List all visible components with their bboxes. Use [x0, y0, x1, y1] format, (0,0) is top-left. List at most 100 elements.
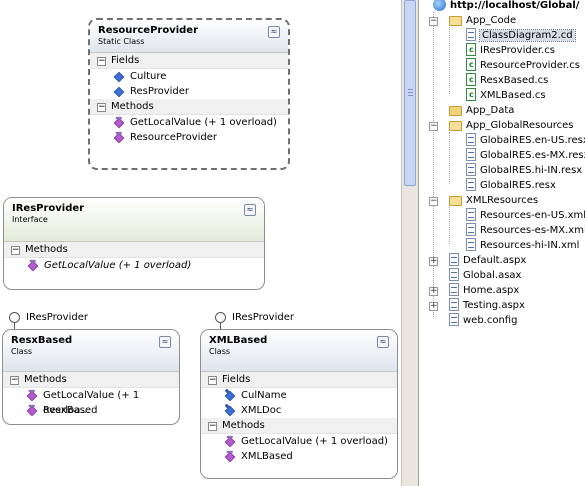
solution-explorer-tree[interactable]: http://localhost/Global/ − App_Code Clas…	[418, 0, 585, 486]
csharp-file-icon	[466, 57, 476, 72]
method-icon	[224, 436, 236, 448]
tree-node-app-global-resources[interactable]: App_GlobalResources	[449, 118, 574, 133]
class-stereotype: Class	[209, 347, 231, 356]
field-member[interactable]: XMLDoc	[201, 403, 397, 418]
tree-node-file[interactable]: ResourceProvider.cs	[466, 57, 580, 73]
csharp-file-icon	[466, 87, 476, 102]
class-shape-resource-provider[interactable]: ResourceProvider Static Class ≈ − Fields…	[88, 18, 290, 170]
field-member[interactable]: ResProvider	[90, 84, 288, 99]
class-diagram-canvas[interactable]: ResourceProvider Static Class ≈ − Fields…	[0, 0, 401, 486]
method-member[interactable]: GetLocalValue (+ 1 overload)	[90, 115, 288, 130]
tree-node-file[interactable]: IResProvider.cs	[466, 42, 555, 58]
collapse-shape-button[interactable]: ≈	[268, 26, 280, 38]
method-member[interactable]: GetLocalValue (+ 1 overload)	[201, 434, 397, 449]
methods-section[interactable]: − Methods	[4, 242, 264, 258]
lollipop-label: IResProvider	[232, 312, 294, 323]
tree-node-file[interactable]: Resources-hi-IN.xml	[466, 238, 579, 253]
method-member[interactable]: ResxBased	[3, 403, 179, 418]
member-label: ResxBased	[43, 405, 98, 416]
methods-section[interactable]: − Methods	[90, 99, 288, 115]
shape-header[interactable]: ResourceProvider Static Class ≈	[90, 20, 288, 53]
member-label: GetLocalValue (+ 1 overload)	[130, 117, 277, 128]
tree-node-file[interactable]: GlobalRES.en-US.resx	[466, 133, 585, 148]
private-field-icon	[224, 390, 236, 402]
methods-section[interactable]: − Methods	[201, 418, 397, 434]
tree-node-file[interactable]: Resources-es-MX.xml	[466, 223, 585, 238]
tree-node-site-root[interactable]: http://localhost/Global/	[433, 0, 579, 13]
tree-expand-icon[interactable]: +	[429, 302, 438, 311]
tree-expand-icon[interactable]: +	[429, 257, 438, 266]
section-collapse-icon[interactable]: −	[97, 103, 106, 112]
method-member[interactable]: GetLocalValue (+ 1 overloa...	[3, 388, 179, 416]
method-member[interactable]: ResourceProvider	[90, 130, 288, 145]
tree-collapse-icon[interactable]: −	[429, 122, 438, 131]
field-icon	[113, 71, 125, 83]
section-collapse-icon[interactable]: −	[11, 246, 20, 255]
field-member[interactable]: CulName	[201, 388, 397, 403]
method-icon	[27, 260, 39, 272]
folder-icon	[449, 106, 462, 116]
member-label: Culture	[130, 71, 167, 82]
tree-node-file[interactable]: Testing.aspx	[449, 298, 525, 313]
tree-node-file[interactable]: Global.asax	[449, 268, 521, 283]
section-collapse-icon[interactable]: −	[10, 376, 19, 385]
class-name: XMLBased	[209, 335, 268, 346]
tree-node-file[interactable]: ResxBased.cs	[466, 72, 548, 88]
open-folder-icon	[449, 121, 462, 131]
section-collapse-icon[interactable]: −	[208, 422, 217, 431]
aspx-file-icon	[449, 283, 459, 296]
class-shape-xml-based[interactable]: XMLBased Class ≈ − Fields CulName XMLDoc…	[200, 329, 398, 479]
tree-expand-icon[interactable]: +	[429, 287, 438, 296]
tree-node-file[interactable]: Default.aspx	[449, 253, 526, 268]
section-label: Fields	[111, 55, 140, 66]
fields-section[interactable]: − Fields	[90, 53, 288, 69]
methods-section[interactable]: − Methods	[3, 372, 179, 388]
section-label: Fields	[222, 374, 251, 385]
class-shape-resx-based[interactable]: ResxBased Class ≈ − Methods GetLocalValu…	[2, 329, 180, 425]
scrollbar-thumb[interactable]	[404, 0, 416, 186]
csharp-file-icon	[466, 42, 476, 57]
asax-file-icon	[449, 268, 459, 281]
diagram-vertical-scrollbar[interactable]	[401, 0, 418, 486]
class-stereotype: Static Class	[98, 37, 145, 46]
collapse-shape-button[interactable]: ≈	[244, 204, 256, 216]
member-label: GetLocalValue (+ 1 overload)	[241, 436, 388, 447]
member-label: GetLocalValue (+ 1 overload)	[44, 260, 192, 271]
class-name: ResourceProvider	[98, 25, 199, 36]
tree-node-file[interactable]: web.config	[449, 313, 517, 328]
tree-node-app-code[interactable]: App_Code	[449, 13, 516, 28]
aspx-file-icon	[449, 298, 459, 311]
tree-node-file[interactable]: Home.aspx	[449, 283, 519, 298]
tree-node-file[interactable]: ClassDiagram2.cd	[466, 28, 576, 43]
tree-node-file[interactable]: XMLBased.cs	[466, 87, 546, 103]
tree-collapse-icon[interactable]: −	[429, 17, 438, 26]
csharp-file-icon	[466, 72, 476, 87]
section-collapse-icon[interactable]: −	[97, 57, 106, 66]
fields-section[interactable]: − Fields	[201, 372, 397, 388]
class-diagram-file-icon	[466, 28, 476, 41]
method-member[interactable]: GetLocalValue (+ 1 overload)	[4, 258, 264, 273]
method-icon	[113, 132, 125, 144]
shape-header[interactable]: XMLBased Class ≈	[201, 330, 397, 372]
tree-collapse-icon[interactable]: −	[429, 197, 438, 206]
section-label: Methods	[111, 101, 154, 112]
shape-header[interactable]: IResProvider Interface ≈	[4, 198, 264, 242]
tree-node-file[interactable]: GlobalRES.es-MX.resx	[466, 148, 585, 163]
section-collapse-icon[interactable]: −	[208, 376, 217, 385]
collapse-shape-button[interactable]: ≈	[377, 336, 389, 348]
shape-header[interactable]: ResxBased Class ≈	[3, 330, 179, 372]
tree-node-app-data[interactable]: App_Data	[449, 103, 514, 118]
collapse-shape-button[interactable]: ≈	[159, 336, 171, 348]
interface-lollipop[interactable]: IResProvider	[9, 312, 119, 330]
interface-shape-ires-provider[interactable]: IResProvider Interface ≈ − Methods GetLo…	[3, 197, 265, 290]
tree-node-file[interactable]: GlobalRES.hi-IN.resx	[466, 163, 582, 178]
field-member[interactable]: Culture	[90, 69, 288, 84]
xml-file-icon	[466, 208, 476, 221]
tree-node-file[interactable]: GlobalRES.resx	[466, 178, 556, 193]
tree-node-xml-resources[interactable]: XMLResources	[449, 193, 538, 208]
method-member[interactable]: XMLBased	[201, 449, 397, 464]
private-field-icon	[224, 405, 236, 417]
interface-lollipop[interactable]: IResProvider	[215, 312, 325, 330]
interface-stereotype: Interface	[12, 215, 48, 224]
tree-node-file[interactable]: Resources-en-US.xml	[466, 208, 585, 223]
